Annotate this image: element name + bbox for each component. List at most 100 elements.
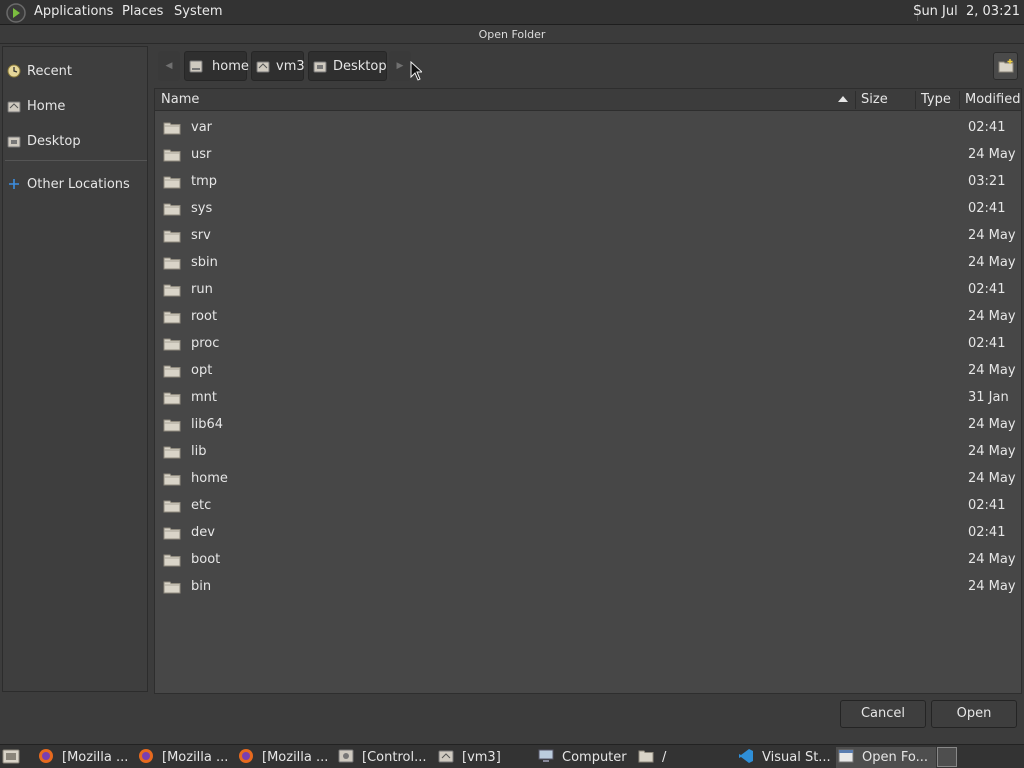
file-row[interactable]: home 24 May [155, 466, 1021, 493]
folder-icon [638, 750, 654, 763]
file-row[interactable]: srv 24 May [155, 223, 1021, 250]
file-name: boot [191, 552, 221, 567]
file-modified: 02:41 [968, 336, 1006, 351]
home-icon [7, 101, 21, 113]
plus-icon [9, 179, 19, 189]
taskbar-button-label: Visual St... [762, 750, 831, 765]
path-crumb-vm3[interactable]: vm3 [251, 51, 305, 81]
path-scroll-left-button[interactable]: ◀ [158, 51, 180, 81]
taskbar-button[interactable]: / [636, 747, 732, 768]
file-row[interactable]: lib 24 May [155, 439, 1021, 466]
folder-icon [163, 230, 181, 243]
file-row[interactable]: var 02:41 [155, 115, 1021, 142]
file-name: sys [191, 201, 213, 216]
taskbar-button[interactable]: [Mozilla ... [236, 747, 334, 768]
sidebar-item-other-locations[interactable]: Other Locations [3, 170, 147, 198]
mate-logo-icon[interactable] [6, 3, 26, 23]
taskbar-button[interactable]: Open Fo... [836, 747, 936, 768]
file-list[interactable]: Name Size Type Modified var 02:41 usr 24 Ma… [154, 88, 1022, 694]
file-row[interactable]: tmp 03:21 [155, 169, 1021, 196]
file-name: run [191, 282, 213, 297]
file-name: etc [191, 498, 212, 513]
path-crumb-home[interactable]: home [184, 51, 249, 81]
file-row[interactable]: sys 02:41 [155, 196, 1021, 223]
menu-applications[interactable]: Applications [34, 4, 113, 19]
column-modified-header[interactable]: Modified [965, 92, 1020, 107]
sort-ascending-icon [838, 96, 848, 102]
folder-icon [163, 311, 181, 324]
folder-icon [163, 365, 181, 378]
sidebar-separator [5, 160, 147, 161]
file-row[interactable]: etc 02:41 [155, 493, 1021, 520]
sidebar-item-home[interactable]: Home [3, 92, 147, 120]
file-modified: 02:41 [968, 498, 1006, 513]
clock[interactable]: Sun Jul 2, 03:21 [913, 4, 1020, 19]
menu-system[interactable]: System [174, 4, 222, 19]
file-modified: 24 May [968, 471, 1016, 486]
show-desktop-icon[interactable] [2, 748, 20, 765]
file-modified: 24 May [968, 309, 1016, 324]
sidebar-item-label: Home [27, 99, 66, 114]
folder-icon [163, 500, 181, 513]
file-name: tmp [191, 174, 218, 189]
taskbar-button[interactable]: [Control... [336, 747, 434, 768]
file-row[interactable]: dev 02:41 [155, 520, 1021, 547]
control-center-icon [338, 749, 354, 763]
mouse-cursor-icon [410, 61, 422, 81]
file-row[interactable]: usr 24 May [155, 142, 1021, 169]
column-header: Name Size Type Modified [155, 89, 1021, 111]
recent-icon [7, 64, 21, 78]
file-row[interactable]: mnt 31 Jan [155, 385, 1021, 412]
folder-icon [163, 419, 181, 432]
menu-places[interactable]: Places [122, 4, 163, 19]
file-row[interactable]: boot 24 May [155, 547, 1021, 574]
column-separator [915, 91, 916, 109]
folder-icon [163, 149, 181, 162]
file-modified: 24 May [968, 579, 1016, 594]
path-crumb-desktop[interactable]: Desktop [308, 51, 387, 81]
file-row[interactable]: sbin 24 May [155, 250, 1021, 277]
column-size-header[interactable]: Size [861, 92, 888, 107]
taskbar-button[interactable]: [vm3] [436, 747, 532, 768]
folder-icon [163, 581, 181, 594]
file-modified: 24 May [968, 147, 1016, 162]
sidebar-item-desktop[interactable]: Desktop [3, 127, 147, 155]
sidebar-item-recent[interactable]: Recent [3, 57, 147, 85]
file-row[interactable]: run 02:41 [155, 277, 1021, 304]
file-row[interactable]: bin 24 May [155, 574, 1021, 601]
folder-icon [163, 203, 181, 216]
file-row[interactable]: proc 02:41 [155, 331, 1021, 358]
column-separator [855, 91, 856, 109]
cancel-button[interactable]: Cancel [840, 700, 926, 728]
file-row[interactable]: root 24 May [155, 304, 1021, 331]
folder-icon [163, 338, 181, 351]
file-name: sbin [191, 255, 218, 270]
file-row[interactable]: opt 24 May [155, 358, 1021, 385]
drive-icon [189, 60, 203, 73]
create-folder-button[interactable] [993, 52, 1018, 80]
open-button[interactable]: Open [931, 700, 1017, 728]
folder-icon [163, 446, 181, 459]
taskbar-button-label: Computer [562, 750, 627, 765]
path-scroll-right-button[interactable]: ▶ [389, 51, 411, 81]
file-name: bin [191, 579, 212, 594]
vscode-icon [739, 749, 753, 763]
folder-icon [163, 176, 181, 189]
taskbar-button[interactable]: [Mozilla ... [36, 747, 134, 768]
taskbar: [Mozilla ... [Mozilla ... [Mozilla ... [Con… [0, 744, 1024, 768]
column-type-header[interactable]: Type [921, 92, 951, 107]
file-row[interactable]: lib64 24 May [155, 412, 1021, 439]
taskbar-button[interactable]: Computer [536, 747, 632, 768]
taskbar-button[interactable]: Visual St... [736, 747, 832, 768]
desktop-folder-icon [313, 61, 327, 73]
column-name-header[interactable]: Name [161, 92, 199, 107]
file-name: mnt [191, 390, 217, 405]
firefox-icon [39, 749, 53, 763]
file-modified: 03:21 [968, 174, 1006, 189]
dialog-title: Open Folder [0, 25, 1024, 44]
taskbar-button-label: [Mozilla ... [262, 750, 329, 765]
workspace-switcher-icon[interactable] [937, 747, 957, 767]
taskbar-button[interactable]: [Mozilla ... [136, 747, 234, 768]
file-modified: 02:41 [968, 525, 1006, 540]
taskbar-button-label: Open Fo... [862, 750, 928, 765]
